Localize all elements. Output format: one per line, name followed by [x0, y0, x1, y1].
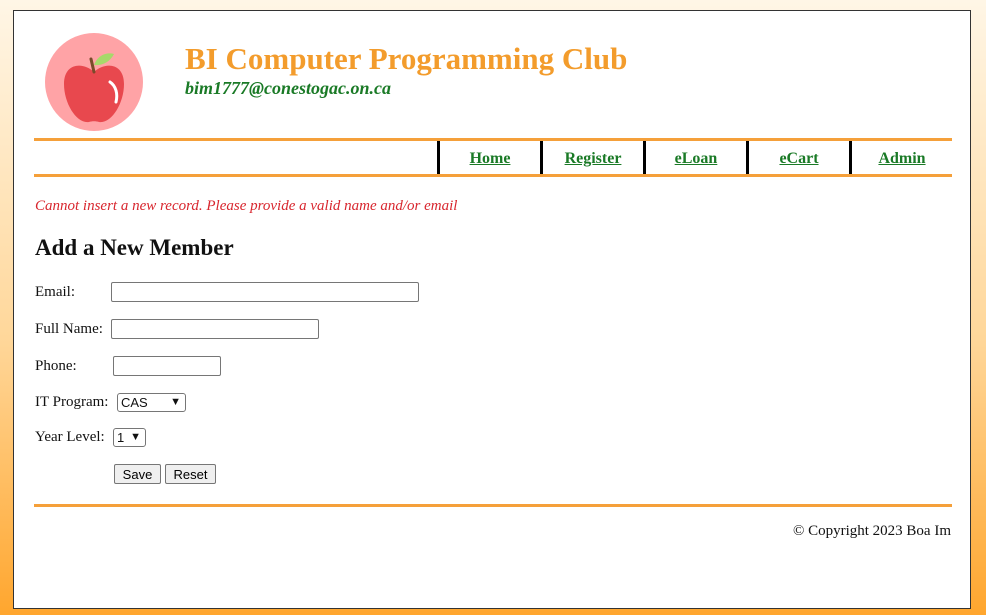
error-message: Cannot insert a new record. Please provi…: [35, 198, 458, 214]
nav-item-ecart: eCart: [746, 141, 849, 174]
nav-link-register[interactable]: Register: [565, 150, 622, 167]
apple-icon: [45, 33, 143, 131]
chevron-down-icon: ▼: [130, 431, 141, 443]
phone-label: Phone:: [35, 358, 77, 374]
year-label: Year Level:: [35, 429, 105, 445]
email-label: Email:: [35, 284, 75, 300]
email-field[interactable]: [111, 282, 419, 302]
save-button[interactable]: Save: [114, 464, 161, 484]
fullname-field[interactable]: [111, 319, 319, 339]
nav-link-ecart[interactable]: eCart: [779, 150, 818, 167]
program-select[interactable]: CAS ▼: [117, 393, 186, 412]
site-title: BI Computer Programming Club: [185, 41, 628, 76]
year-select[interactable]: 1 ▼: [113, 428, 146, 447]
site-email: bim1777@conestogac.on.ca: [185, 78, 391, 98]
chevron-down-icon: ▼: [170, 396, 181, 408]
main-nav: Home Register eLoan eCart Admin: [34, 138, 952, 177]
page-container: BI Computer Programming Club bim1777@con…: [13, 10, 971, 609]
reset-button[interactable]: Reset: [165, 464, 216, 484]
nav-item-register: Register: [540, 141, 643, 174]
nav-link-admin[interactable]: Admin: [878, 150, 925, 167]
copyright-text: © Copyright 2023 Boa Im: [792, 523, 951, 539]
nav-link-eloan[interactable]: eLoan: [675, 150, 718, 167]
nav-item-home: Home: [437, 141, 540, 174]
nav-link-home[interactable]: Home: [470, 150, 511, 167]
footer-divider: [34, 504, 952, 507]
nav-item-eloan: eLoan: [643, 141, 746, 174]
fullname-label: Full Name:: [35, 321, 103, 337]
program-label: IT Program:: [35, 394, 109, 410]
nav-item-admin: Admin: [849, 141, 952, 174]
year-selected-value: 1: [117, 430, 125, 445]
phone-field[interactable]: [113, 356, 221, 376]
form-title: Add a New Member: [35, 235, 234, 260]
program-selected-value: CAS: [121, 395, 148, 410]
